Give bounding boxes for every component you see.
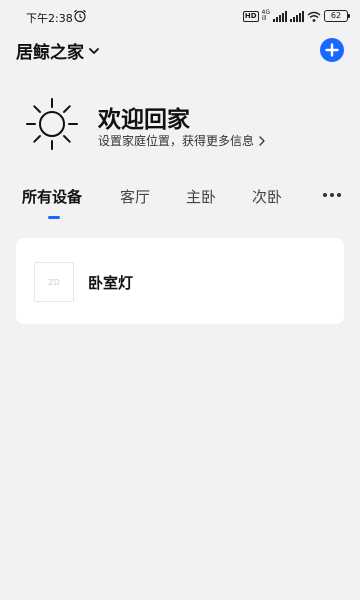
welcome-title: 欢迎回家 <box>98 107 190 133</box>
home-selector[interactable]: 居鲸之家 <box>16 38 100 63</box>
device-name: 卧室灯 <box>88 274 134 292</box>
add-button[interactable] <box>320 38 344 62</box>
device-card[interactable]: ZD 卧室灯 <box>16 238 344 324</box>
network-type: 4G ill <box>261 9 270 22</box>
chevron-right-icon <box>259 135 265 146</box>
device-thumbnail: ZD <box>34 262 74 302</box>
tab-master-bedroom[interactable]: 主卧 <box>186 186 216 207</box>
room-tabs: 所有设备 客厅 主卧 次卧 <box>0 186 360 220</box>
signal-icon <box>273 10 287 22</box>
status-indicators: HD 4G ill 62 <box>242 9 350 23</box>
more-icon[interactable] <box>322 192 342 198</box>
tab-active-indicator <box>48 216 60 219</box>
chevron-down-icon <box>89 47 99 54</box>
hd-badge: HD <box>242 10 259 22</box>
wifi-icon <box>307 11 321 22</box>
alarm-clock-icon <box>74 9 86 23</box>
tab-second-bedroom[interactable]: 次卧 <box>252 186 282 207</box>
home-name: 居鲸之家 <box>16 43 84 63</box>
welcome-subtitle: 设置家庭位置，获得更多信息 <box>98 134 255 148</box>
device-thumbnail-text: ZD <box>48 277 60 287</box>
status-bar: 下午2:38 HD 4G ill 62 <box>0 0 360 34</box>
tab-all-devices[interactable]: 所有设备 <box>22 186 82 207</box>
plus-icon <box>325 43 339 57</box>
status-time: 下午2:38 <box>26 12 73 25</box>
battery-indicator: 62 <box>324 10 350 22</box>
set-location-link[interactable]: 设置家庭位置，获得更多信息 <box>98 132 266 149</box>
tab-living-room[interactable]: 客厅 <box>120 186 150 207</box>
sun-icon <box>26 98 78 150</box>
signal-icon-secondary <box>290 10 304 22</box>
